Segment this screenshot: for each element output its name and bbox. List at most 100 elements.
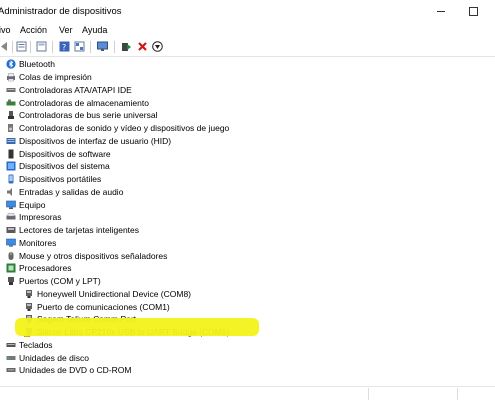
help-icon[interactable]: ?	[59, 41, 70, 52]
toolbar-separator	[12, 41, 13, 53]
enable-device-icon[interactable]	[121, 41, 132, 52]
status-divider	[368, 388, 369, 400]
tree-category-bluetooth[interactable]: Bluetooth	[6, 58, 55, 71]
tree-category-processors[interactable]: Procesadores	[6, 262, 71, 275]
tree-item-label: Unidades de disco	[19, 352, 89, 363]
back-icon[interactable]	[0, 41, 11, 52]
menu-bar: ivo Acción Ver Ayuda	[0, 22, 495, 38]
system-icon	[6, 161, 16, 171]
status-bar-border	[0, 386, 495, 387]
menu-file[interactable]: ivo	[0, 25, 11, 35]
hid-icon	[6, 136, 16, 146]
portable-icon	[6, 174, 16, 184]
tree-device-com1[interactable]: Puerto de comunicaciones (COM1)	[24, 300, 170, 313]
toolbar: ?	[0, 38, 495, 57]
device-view-icon[interactable]	[74, 41, 85, 52]
tree-item-label: Puertos (COM y LPT)	[19, 276, 101, 287]
mouse-icon	[6, 251, 16, 261]
tree-device-honeywell[interactable]: Honeywell Unidirectional Device (COM8)	[24, 288, 191, 301]
tree-category-sound-video[interactable]: Controladoras de sonido y vídeo y dispos…	[6, 122, 229, 135]
tree-category-smart-card-readers[interactable]: Lectores de tarjetas inteligentes	[6, 224, 139, 237]
tree-item-label: Equipo	[19, 199, 46, 210]
tree-category-keyboards[interactable]: Teclados	[6, 339, 53, 352]
card-reader-icon	[6, 225, 16, 235]
tree-item-label: Unidades de DVD o CD-ROM	[19, 365, 132, 376]
menu-view[interactable]: Ver	[59, 25, 73, 35]
bluetooth-icon	[6, 59, 16, 69]
printers-icon	[6, 212, 16, 222]
keyboard-icon	[6, 340, 16, 350]
tree-category-portable-devices[interactable]: Dispositivos portátiles	[6, 173, 101, 186]
toolbar-separator	[114, 41, 115, 53]
tree-item-label: Bluetooth	[19, 59, 55, 70]
usb-icon	[6, 110, 16, 120]
update-driver-icon[interactable]	[152, 41, 163, 52]
toolbar-separator	[30, 41, 31, 53]
toolbar-separator	[52, 41, 53, 53]
tree-category-dvd-drives[interactable]: Unidades de DVD o CD-ROM	[6, 364, 131, 377]
maximize-icon	[468, 6, 478, 16]
minimize-icon	[437, 10, 445, 12]
tree-item-label: Monitores	[19, 237, 57, 248]
tree-category-print-queues[interactable]: Colas de impresión	[6, 71, 92, 84]
tree-item-label: Honeywell Unidirectional Device (COM8)	[37, 288, 191, 299]
menu-action[interactable]: Acción	[20, 25, 47, 35]
minimize-button[interactable]	[427, 3, 455, 19]
tree-item-label: Teclados	[19, 339, 53, 350]
computer-icon	[6, 200, 16, 210]
tree-item-label: Colas de impresión	[19, 72, 92, 83]
tree-item-label: Dispositivos de interfaz de usuario (HID…	[19, 135, 172, 146]
menu-help[interactable]: Ayuda	[82, 25, 107, 35]
tree-item-label: Controladoras de sonido y vídeo y dispos…	[19, 123, 230, 134]
port-device-icon	[24, 289, 34, 299]
port-icon	[6, 276, 16, 286]
tree-item-label: Mouse y otros dispositivos señaladores	[19, 250, 168, 261]
title-bar: Administrador de dispositivos	[0, 0, 495, 22]
ide-icon	[6, 85, 16, 95]
tree-item-label: Puerto de comunicaciones (COM1)	[37, 301, 170, 312]
svg-text:?: ?	[62, 43, 66, 52]
tree-category-hid[interactable]: Dispositivos de interfaz de usuario (HID…	[6, 135, 171, 148]
tree-category-ports[interactable]: Puertos (COM y LPT)	[6, 275, 101, 288]
highlight-marker	[15, 318, 259, 336]
processor-icon	[6, 263, 16, 273]
tree-item-label: Controladoras de bus serie universal	[19, 110, 158, 121]
tree-category-storage-controllers[interactable]: Controladoras de almacenamiento	[6, 96, 149, 109]
uninstall-icon[interactable]	[137, 41, 148, 52]
tree-category-mice[interactable]: Mouse y otros dispositivos señaladores	[6, 249, 167, 262]
storage-icon	[6, 98, 16, 108]
tree-category-software-devices[interactable]: Dispositivos de software	[6, 147, 111, 160]
maximize-button[interactable]	[459, 3, 487, 19]
tree-item-label: Entradas y salidas de audio	[19, 186, 124, 197]
software-icon	[6, 149, 16, 159]
toolbar-separator	[90, 41, 91, 53]
audio-io-icon	[6, 187, 16, 197]
tree-category-ide-ata[interactable]: Controladoras ATA/ATAPI IDE	[6, 84, 132, 97]
sound-icon	[6, 123, 16, 133]
disk-icon	[6, 353, 16, 363]
tree-category-usb-controllers[interactable]: Controladoras de bus serie universal	[6, 109, 157, 122]
tree-category-audio-io[interactable]: Entradas y salidas de audio	[6, 186, 123, 199]
tree-item-label: Controladoras de almacenamiento	[19, 97, 149, 108]
tree-category-monitors[interactable]: Monitores	[6, 237, 56, 250]
tree-item-label: Dispositivos de software	[19, 148, 111, 159]
tree-item-label: Impresoras	[19, 212, 62, 223]
tree-category-computer[interactable]: Equipo	[6, 198, 45, 211]
tree-item-label: Dispositivos del sistema	[19, 161, 110, 172]
tree-item-label: Procesadores	[19, 263, 72, 274]
properties-icon[interactable]	[16, 41, 27, 52]
port-device-icon	[24, 302, 34, 312]
status-divider	[457, 388, 458, 400]
dvd-icon	[6, 365, 16, 375]
tree-item-label: Controladoras ATA/ATAPI IDE	[19, 84, 132, 95]
monitor-icon[interactable]	[97, 41, 108, 52]
window-title: Administrador de dispositivos	[0, 6, 122, 17]
tree-item-label: Dispositivos portátiles	[19, 174, 102, 185]
view-icon[interactable]	[36, 41, 47, 52]
monitor-icon	[6, 238, 16, 248]
printer-icon	[6, 72, 16, 82]
tree-item-label: Lectores de tarjetas inteligentes	[19, 225, 140, 236]
tree-category-printers[interactable]: Impresoras	[6, 211, 62, 224]
tree-category-system-devices[interactable]: Dispositivos del sistema	[6, 160, 110, 173]
tree-category-disk-drives[interactable]: Unidades de disco	[6, 351, 89, 364]
